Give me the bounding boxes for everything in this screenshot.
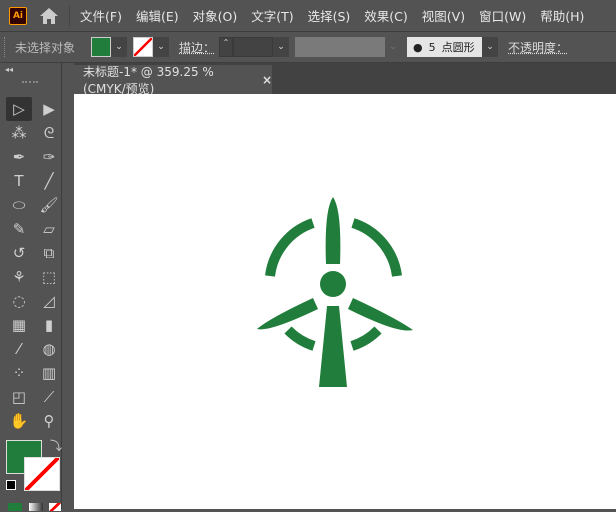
menu-bar: Ai 文件(F) 编辑(E) 对象(O) 文字(T) 选择(S) 效果(C) 视图(V) 窗口… (0, 0, 616, 31)
document-tab[interactable]: 未标题-1* @ 359.25 % (CMYK/预览) × (74, 64, 272, 96)
menu-item[interactable]: 选择(S) (308, 9, 351, 24)
zoom-tool-icon[interactable]: ⚲ (36, 409, 62, 433)
direct-selection-tool-icon[interactable]: ▶ (36, 97, 62, 121)
app-logo: Ai (9, 6, 27, 25)
fill-swatch[interactable] (91, 37, 112, 57)
arc-bottom-right (350, 326, 382, 351)
blade-right (348, 298, 413, 331)
toolbar: ◂◂ ▷ ▶ ⁂ ᘓ ✒ ✑ T ╱ ⬭ 🖌 ✎ ▱ ↺ ⧉ ⚘ ⬚ ◌ ◿ ▦ ▮ ⁄ ◍ ⁘ ▥ ◰ ⟋ ✋ ⚲ ⤵ (0, 63, 62, 511)
menu-item[interactable]: 编辑(E) (136, 9, 179, 24)
line-segment-tool-icon[interactable]: ╱ (36, 169, 62, 193)
menu-item[interactable]: 文字(T) (251, 9, 293, 24)
close-tab-icon[interactable]: × (262, 73, 272, 87)
tower (319, 306, 347, 387)
magic-wand-tool-icon[interactable]: ⁂ (6, 121, 32, 145)
type-tool-icon[interactable]: T (6, 169, 32, 193)
opacity-label[interactable]: 不透明度： (508, 39, 568, 56)
puppet-warp-tool-icon[interactable]: ⚘ (6, 265, 32, 289)
lasso-tool-icon[interactable]: ᘓ (36, 121, 62, 145)
shape-builder-tool-icon[interactable]: ◌ (6, 289, 32, 313)
fill-dropdown[interactable]: ⌄ (111, 37, 128, 57)
menu-item[interactable]: 帮助(H) (540, 9, 584, 24)
ellipse-tool-icon[interactable]: ⬭ (6, 193, 32, 217)
brush-dot-icon: ● (413, 40, 423, 54)
wind-turbine-artwork (257, 197, 413, 387)
blend-tool-icon[interactable]: ◍ (36, 337, 62, 361)
artboard-canvas[interactable] (74, 94, 616, 509)
gradient-tool-icon[interactable]: ▮ (36, 313, 62, 337)
arc-bottom-left (284, 326, 316, 351)
menu-item[interactable]: 窗口(W) (479, 9, 526, 24)
default-colors-icon[interactable] (6, 480, 16, 490)
column-graph-tool-icon[interactable]: ▥ (36, 361, 62, 385)
pen-tool-icon[interactable]: ✒ (6, 145, 32, 169)
hub (320, 271, 346, 297)
stroke-label[interactable]: 描边： (179, 39, 215, 56)
menu-item[interactable]: 效果(C) (364, 9, 407, 24)
grip-handle[interactable] (4, 37, 7, 57)
brush-dropdown[interactable]: ⌄ (482, 37, 499, 57)
hand-tool-icon[interactable]: ✋ (6, 409, 32, 433)
stroke-color-swatch[interactable] (24, 457, 60, 491)
eyedropper-tool-icon[interactable]: ⁄ (6, 337, 32, 361)
stroke-dropdown[interactable]: ⌄ (153, 37, 170, 57)
swap-icon[interactable]: ⤵ (50, 437, 62, 454)
selection-status: 未选择对象 (15, 40, 76, 55)
control-bar: 未选择对象 ⌄ ⌄ 描边： ⌃ ⌄ ⌄ ● 5 点圆形 ⌄ 不透明度： (0, 31, 616, 63)
free-transform-tool-icon[interactable]: ⬚ (36, 265, 62, 289)
stroke-weight-input[interactable] (233, 37, 274, 57)
document-tab-title: 未标题-1* @ 359.25 % (CMYK/预览) (83, 64, 214, 96)
stroke-swatch[interactable] (133, 37, 154, 57)
blade-top (325, 197, 341, 264)
menu-item[interactable]: 视图(V) (422, 9, 465, 24)
eraser-tool-icon[interactable]: ▱ (36, 217, 62, 241)
scale-tool-icon[interactable]: ⧉ (36, 241, 62, 265)
profile-dropdown[interactable]: ⌄ (385, 37, 402, 57)
arc-top-left (265, 218, 315, 277)
slice-tool-icon[interactable]: ⟋ (36, 385, 62, 409)
stroke-stepper[interactable]: ⌃ (219, 37, 234, 57)
variable-width-profile[interactable] (295, 37, 386, 57)
shaper-tool-icon[interactable]: ✎ (6, 217, 32, 241)
paintbrush-tool-icon[interactable]: 🖌 (36, 193, 62, 217)
menu-item[interactable]: 对象(O) (193, 9, 238, 24)
artboard-tool-icon[interactable]: ◰ (6, 385, 32, 409)
rotate-tool-icon[interactable]: ↺ (6, 241, 32, 265)
color-mode-button[interactable] (8, 503, 22, 511)
blade-left (257, 298, 318, 330)
gradient-mode-button[interactable] (29, 503, 43, 511)
curvature-tool-icon[interactable]: ✑ (36, 145, 62, 169)
document-tab-bar: 未标题-1* @ 359.25 % (CMYK/预览) × (74, 63, 616, 96)
brush-definition[interactable]: ● 5 点圆形 (407, 37, 483, 57)
collapse-icon[interactable]: ◂◂ (5, 65, 13, 74)
none-mode-button[interactable] (49, 503, 61, 511)
stroke-weight-dropdown[interactable]: ⌄ (273, 37, 290, 57)
home-icon[interactable] (39, 7, 59, 25)
arc-top-right (351, 218, 402, 277)
symbol-sprayer-tool-icon[interactable]: ⁘ (6, 361, 32, 385)
mesh-tool-icon[interactable]: ▦ (6, 313, 32, 337)
menu-item[interactable]: 文件(F) (80, 9, 122, 24)
selection-tool-icon[interactable]: ▷ (6, 97, 32, 121)
perspective-grid-tool-icon[interactable]: ◿ (36, 289, 62, 313)
